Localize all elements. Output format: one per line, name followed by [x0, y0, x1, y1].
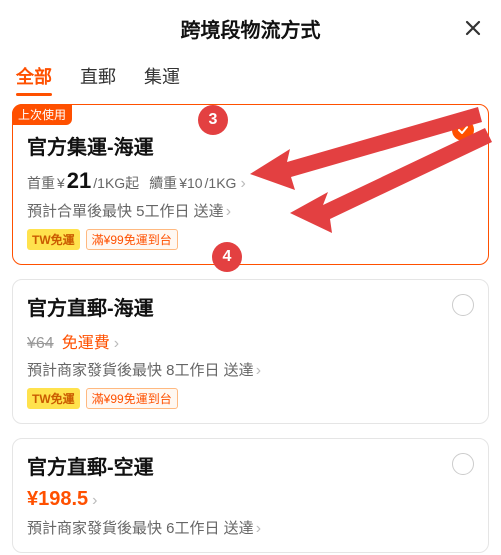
chevron-right-icon: ›: [226, 203, 231, 220]
tab-consolidate[interactable]: 集運: [144, 56, 180, 96]
price-main: 21: [67, 168, 91, 194]
page-title: 跨境段物流方式: [181, 14, 321, 43]
option-title: 官方直郵-海運: [27, 292, 474, 321]
chevron-right-icon: ›: [240, 175, 245, 193]
badges-row: TW免運 滿¥99免運到台: [27, 388, 474, 409]
option-title: 官方集運-海運: [27, 131, 474, 160]
shipping-option-card[interactable]: 上次使用 官方集運-海運 首重¥21/1KG起 續重¥10/1KG › 預計合單…: [12, 104, 489, 265]
radio-unselected[interactable]: [452, 453, 474, 475]
delivery-estimate[interactable]: 預計合單後最快 5工作日 送達›: [27, 200, 474, 221]
tw-free-badge: TW免運: [27, 388, 80, 409]
delivery-estimate[interactable]: 預計商家發貨後最快 6工作日 送達›: [27, 517, 474, 538]
strike-price: ¥64: [27, 335, 54, 353]
price-line[interactable]: ¥198.5 ›: [27, 488, 474, 511]
chevron-right-icon: ›: [256, 520, 261, 537]
radio-unselected[interactable]: [452, 294, 474, 316]
renew-label: 續重: [149, 173, 177, 193]
promo-badge: 滿¥99免運到台: [86, 229, 178, 250]
shipping-option-card[interactable]: 官方直郵-海運 ¥64 免運費 › 預計商家發貨後最快 8工作日 送達› TW免…: [12, 279, 489, 424]
shipping-options-list: 上次使用 官方集運-海運 首重¥21/1KG起 續重¥10/1KG › 預計合單…: [0, 96, 501, 553]
free-shipping-label: 免運費: [62, 329, 110, 353]
close-button[interactable]: [459, 14, 487, 42]
tw-free-badge: TW免運: [27, 229, 80, 250]
option-title: 官方直郵-空運: [27, 451, 474, 480]
check-icon: [456, 123, 470, 137]
delivery-estimate[interactable]: 預計商家發貨後最快 8工作日 送達›: [27, 359, 474, 380]
tab-direct[interactable]: 直郵: [80, 56, 116, 96]
shipping-option-card[interactable]: 官方直郵-空運 ¥198.5 › 預計商家發貨後最快 6工作日 送達›: [12, 438, 489, 553]
last-used-badge: 上次使用: [12, 104, 72, 125]
tab-all[interactable]: 全部: [16, 56, 52, 96]
price-main: ¥198.5: [27, 488, 88, 511]
chevron-right-icon: ›: [114, 335, 119, 353]
close-icon: [463, 18, 483, 38]
radio-selected[interactable]: [452, 119, 474, 141]
price-currency: ¥: [57, 175, 65, 191]
renew-unit: /1KG: [205, 175, 237, 191]
header: 跨境段物流方式: [0, 0, 501, 56]
badges-row: TW免運 滿¥99免運到台: [27, 229, 474, 250]
tabs: 全部 直郵 集運: [0, 56, 501, 96]
price-line[interactable]: 首重¥21/1KG起 續重¥10/1KG ›: [27, 168, 474, 194]
price-line[interactable]: ¥64 免運費 ›: [27, 329, 474, 353]
price-unit: /1KG起: [93, 173, 139, 193]
chevron-right-icon: ›: [92, 492, 97, 510]
chevron-right-icon: ›: [256, 362, 261, 379]
promo-badge: 滿¥99免運到台: [86, 388, 178, 409]
renew-price: ¥10: [179, 175, 202, 191]
price-prefix: 首重: [27, 173, 55, 193]
